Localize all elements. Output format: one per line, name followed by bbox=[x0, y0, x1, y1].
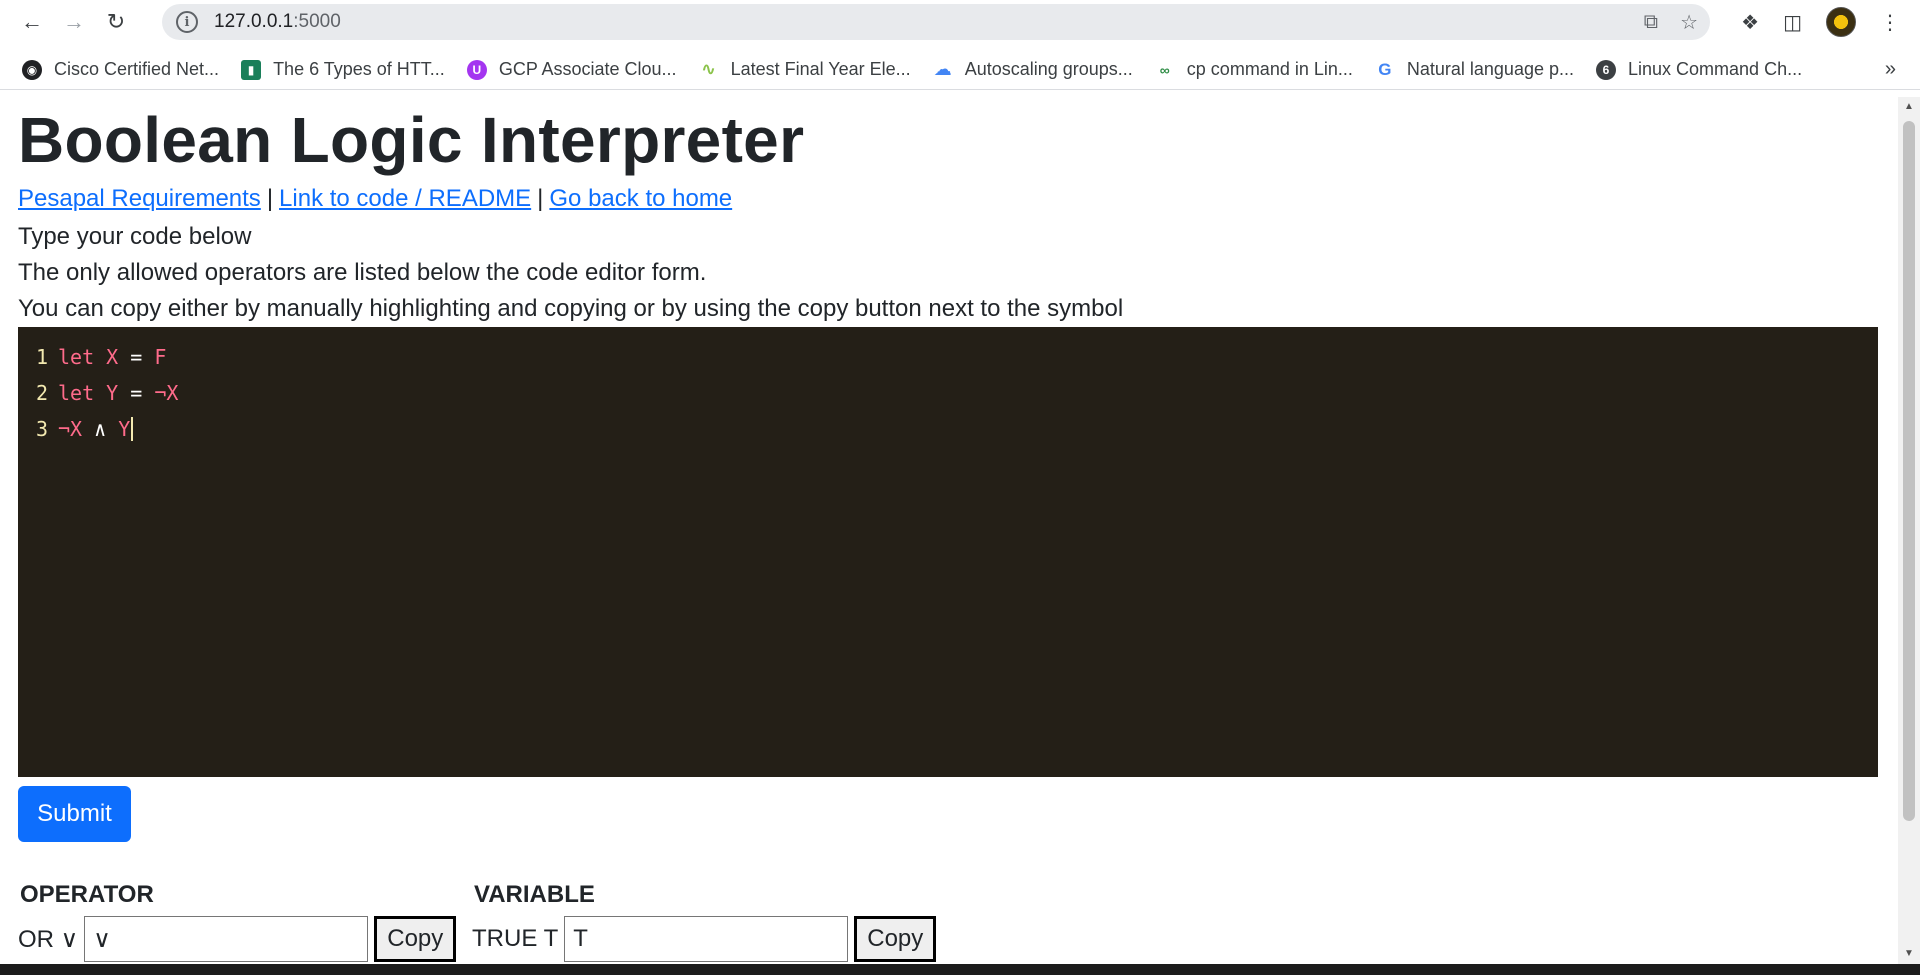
site-info-icon[interactable]: i bbox=[176, 11, 198, 33]
link-separator: | bbox=[266, 185, 274, 212]
bookmark-item[interactable]: ◉ Cisco Certified Net... bbox=[22, 59, 219, 80]
code-keyword: let bbox=[58, 345, 95, 369]
bookmark-label: Cisco Certified Net... bbox=[54, 59, 220, 79]
code-expression: ¬X bbox=[58, 417, 83, 441]
nav-links: Pesapal Requirements | Link to code / READ… bbox=[18, 185, 732, 213]
line-number: 3 bbox=[35, 417, 48, 441]
side-panel-icon[interactable]: ◫ bbox=[1783, 10, 1802, 35]
instruction-text: You can copy either by manually highligh… bbox=[18, 295, 1124, 322]
operator-heading: OPERATOR bbox=[20, 881, 154, 908]
back-icon[interactable]: ← bbox=[14, 4, 50, 40]
globe-icon: ◉ bbox=[22, 59, 42, 80]
code-identifier: X bbox=[106, 345, 119, 369]
variable-row: TRUE T Copy bbox=[472, 915, 937, 963]
variable-heading: VARIABLE bbox=[474, 881, 595, 908]
page-title: Boolean Logic Interpreter bbox=[18, 104, 805, 176]
instruction-text: The only allowed operators are listed be… bbox=[18, 259, 707, 286]
vertical-scrollbar[interactable]: ▲ ▼ bbox=[1898, 97, 1920, 964]
line-number: 1 bbox=[35, 345, 48, 369]
line-number: 2 bbox=[35, 381, 48, 405]
instruction-text: Type your code below bbox=[18, 223, 252, 250]
site-icon: ▮ bbox=[241, 59, 262, 80]
bookmarks-bar: ◉ Cisco Certified Net... ▮ The 6 Types o… bbox=[0, 50, 1920, 90]
copy-operator-button[interactable]: Copy bbox=[374, 916, 457, 962]
code-value: F bbox=[154, 345, 167, 369]
browser-toolbar: ← → ↻ i 127.0.0.1:5000 ⧉ ☆ ❖ ◫ ⋮ bbox=[0, 0, 1920, 44]
code-line: 2 let Y = ¬X bbox=[18, 375, 1878, 411]
code-operator: = bbox=[130, 345, 143, 369]
operator-symbol-field[interactable] bbox=[84, 916, 369, 962]
code-readme-link[interactable]: Link to code / README bbox=[279, 185, 531, 212]
bookmarks-overflow-icon[interactable]: » bbox=[1885, 58, 1896, 81]
scroll-up-arrow-icon[interactable]: ▲ bbox=[1898, 97, 1920, 117]
address-url[interactable]: 127.0.0.1:5000 bbox=[214, 11, 341, 33]
share-icon[interactable]: ⧉ bbox=[1644, 11, 1658, 34]
bookmark-label: GCP Associate Clou... bbox=[498, 59, 677, 79]
leaf-icon: ∿ bbox=[701, 59, 717, 79]
code-operator: = bbox=[130, 381, 143, 405]
code-keyword: let bbox=[58, 381, 95, 405]
linux-icon: 6 bbox=[1596, 59, 1616, 80]
code-line: 3 ¬X ∧ Y bbox=[18, 411, 1878, 447]
bookmark-item[interactable]: ∞ cp command in Lin... bbox=[1155, 59, 1353, 80]
taskbar bbox=[0, 964, 1920, 975]
bookmark-star-icon[interactable]: ☆ bbox=[1680, 10, 1698, 35]
operator-row: OR ∨ Copy bbox=[18, 915, 457, 963]
bookmark-item[interactable]: 6 Linux Command Ch... bbox=[1596, 59, 1802, 80]
scroll-down-arrow-icon[interactable]: ▼ bbox=[1898, 944, 1920, 964]
bookmark-item[interactable]: ☁ Autoscaling groups... bbox=[933, 59, 1133, 80]
bookmark-label: The 6 Types of HTT... bbox=[273, 59, 445, 79]
address-bar[interactable]: i 127.0.0.1:5000 ⧉ ☆ bbox=[162, 4, 1710, 40]
text-cursor bbox=[131, 417, 134, 441]
bookmark-label: Linux Command Ch... bbox=[1628, 59, 1803, 79]
operator-column: OPERATOR OR ∨ Copy bbox=[18, 881, 457, 963]
udemy-icon: U bbox=[466, 59, 487, 80]
code-value: ¬X bbox=[154, 381, 179, 405]
gcloud-icon: ☁ bbox=[933, 59, 952, 79]
bookmark-label: Autoscaling groups... bbox=[964, 59, 1133, 79]
bookmark-item[interactable]: G Natural language p... bbox=[1375, 59, 1574, 80]
home-link[interactable]: Go back to home bbox=[549, 185, 732, 212]
code-line: 1 let X = F bbox=[18, 339, 1878, 375]
code-editor[interactable]: 1 let X = F 2 let Y = ¬X 3 ¬X ∧ Y bbox=[18, 327, 1878, 777]
submit-button[interactable]: Submit bbox=[18, 786, 131, 842]
bookmark-item[interactable]: ▮ The 6 Types of HTT... bbox=[241, 59, 445, 80]
browser-menu-icon[interactable]: ⋮ bbox=[1880, 10, 1900, 35]
google-icon: G bbox=[1378, 59, 1392, 79]
bookmark-item[interactable]: U GCP Associate Clou... bbox=[466, 59, 677, 80]
bookmark-item[interactable]: ∿ Latest Final Year Ele... bbox=[699, 59, 911, 80]
bookmark-label: cp command in Lin... bbox=[1186, 59, 1353, 79]
scroll-thumb[interactable] bbox=[1903, 121, 1915, 821]
operator-label: OR ∨ bbox=[18, 925, 79, 953]
extensions-icon[interactable]: ❖ bbox=[1741, 10, 1759, 35]
bookmark-label: Latest Final Year Ele... bbox=[730, 59, 911, 79]
copy-variable-button[interactable]: Copy bbox=[854, 916, 937, 962]
profile-avatar[interactable] bbox=[1826, 7, 1856, 37]
variable-symbol-field[interactable] bbox=[564, 916, 849, 962]
variable-column: VARIABLE TRUE T Copy bbox=[472, 881, 937, 963]
gfg-icon: ∞ bbox=[1159, 61, 1170, 78]
url-port: :5000 bbox=[293, 11, 341, 32]
link-separator: | bbox=[537, 185, 544, 212]
bookmark-label: Natural language p... bbox=[1406, 59, 1574, 79]
code-operator: ∧ bbox=[94, 417, 107, 441]
variable-label: TRUE T bbox=[472, 925, 559, 952]
page-content: Boolean Logic Interpreter Pesapal Requir… bbox=[0, 97, 1898, 964]
url-host: 127.0.0.1 bbox=[214, 11, 294, 32]
code-expression: Y bbox=[118, 417, 131, 441]
reload-icon[interactable]: ↻ bbox=[98, 4, 134, 40]
code-identifier: Y bbox=[106, 381, 119, 405]
forward-icon[interactable]: → bbox=[56, 4, 92, 40]
requirements-link[interactable]: Pesapal Requirements bbox=[18, 185, 261, 212]
